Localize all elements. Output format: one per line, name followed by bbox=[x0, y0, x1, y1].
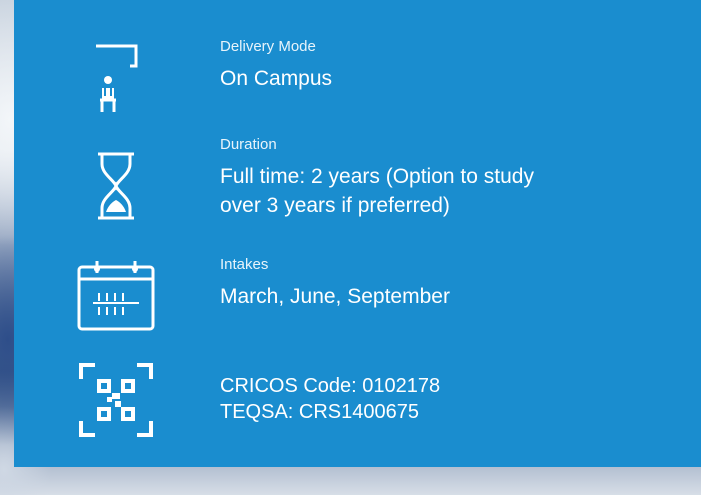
teqsa-code: TEQSA: CRS1400675 bbox=[220, 401, 419, 423]
duration-value-line-1: Full time: 2 years (Option to study bbox=[220, 165, 534, 188]
qr-code-scan-icon bbox=[76, 360, 156, 440]
delivery-mode-value: On Campus bbox=[220, 67, 333, 90]
classroom-seat-icon bbox=[76, 36, 156, 116]
calendar-icon bbox=[76, 254, 156, 334]
duration-text: Duration Full time: 2 years (Option to s… bbox=[220, 136, 620, 220]
duration-label: Duration bbox=[220, 136, 277, 153]
intakes-text: Intakes March, June, September bbox=[220, 256, 620, 311]
course-details-panel: Delivery Mode On Campus Duration Full ti… bbox=[14, 0, 701, 467]
intakes-value: March, June, September bbox=[220, 285, 450, 308]
page: Delivery Mode On Campus Duration Full ti… bbox=[0, 0, 701, 495]
intakes-label: Intakes bbox=[220, 256, 269, 273]
codes-text: CRICOS Code: 0102178 TEQSA: CRS1400675 bbox=[220, 373, 620, 425]
cricos-code: CRICOS Code: 0102178 bbox=[220, 375, 441, 397]
duration-value-line-2: over 3 years if preferred) bbox=[220, 194, 450, 217]
hourglass-icon bbox=[76, 146, 156, 226]
delivery-mode-text: Delivery Mode On Campus bbox=[220, 38, 620, 93]
delivery-mode-label: Delivery Mode bbox=[220, 38, 316, 55]
